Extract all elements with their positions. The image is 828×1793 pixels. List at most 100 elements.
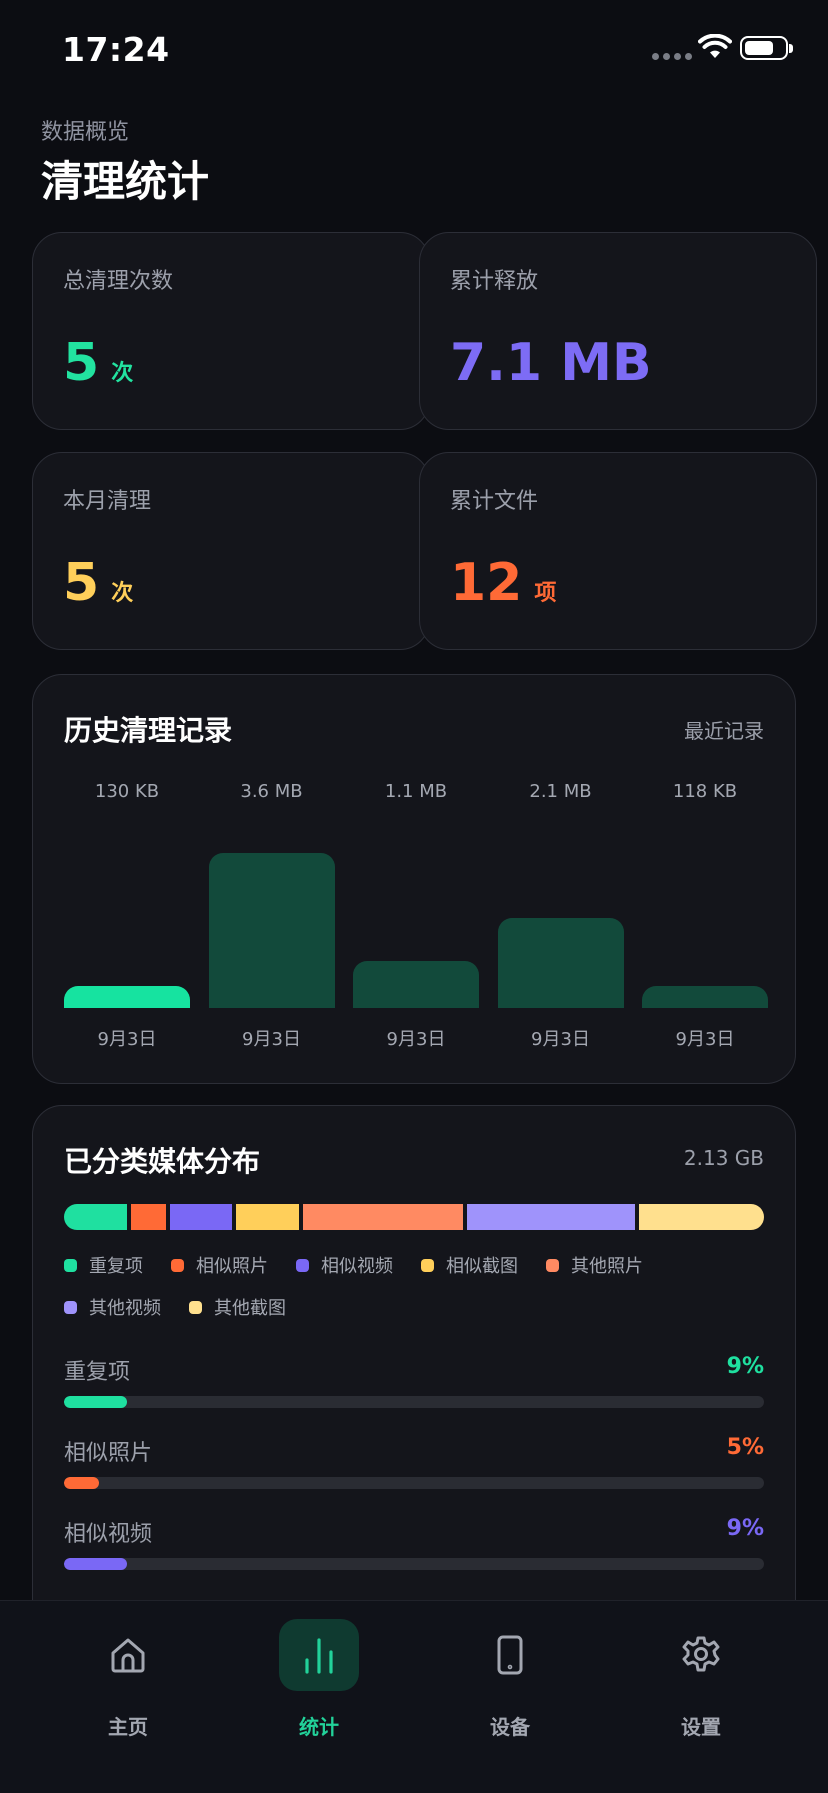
category-progress-row: 相似视频 9% [64, 1516, 764, 1576]
bar-date-label: 9月3日 [97, 1029, 157, 1050]
nav-label-home: 主页 [108, 1715, 148, 1739]
history-bar[interactable] [497, 917, 624, 1008]
progress-track [64, 1396, 764, 1408]
nav-label-device: 设备 [490, 1715, 530, 1739]
stack-segment [638, 1204, 764, 1230]
nav-label-stats: 统计 [299, 1715, 339, 1739]
stat-value: 5 [63, 553, 100, 613]
progress-percent: 9% [726, 1516, 764, 1541]
progress-fill [64, 1396, 127, 1408]
history-bar[interactable] [642, 986, 768, 1008]
stat-value: 12 [450, 553, 523, 613]
stat-value: 7.1 MB [450, 333, 652, 393]
legend-swatch [296, 1258, 309, 1272]
legend-item: 其他截图 [189, 1294, 286, 1320]
legend-label: 相似照片 [196, 1256, 268, 1277]
stat-card-total-freed: 累计释放 7.1 MB [419, 232, 817, 430]
home-icon [111, 1638, 145, 1673]
media-total-size: 2.13 GB [683, 1146, 764, 1170]
legend-swatch [546, 1258, 559, 1272]
legend-label: 重复项 [89, 1256, 143, 1277]
legend-swatch [421, 1258, 434, 1272]
legend-swatch [64, 1258, 77, 1272]
progress-label: 重复项 [64, 1360, 131, 1385]
stack-segment [169, 1204, 233, 1230]
gear-icon [682, 1636, 720, 1672]
bar-value-label: 2.1 MB [529, 781, 592, 802]
stat-card-month-cleans: 本月清理 5 次 [32, 452, 430, 650]
stat-card-total-files: 累计文件 12 项 [419, 452, 817, 650]
legend-label: 其他照片 [571, 1256, 643, 1277]
bar-value-label: 118 KB [672, 781, 738, 802]
bar-date-label: 9月3日 [386, 1029, 446, 1050]
stack-segment [467, 1204, 635, 1230]
media-distribution-panel: 已分类媒体分布 2.13 GB 重复项 相似照片 相似视频 相似截图 其他照片 其他视频其… [32, 1105, 796, 1645]
legend-swatch [64, 1300, 77, 1314]
stat-unit: 次 [111, 581, 134, 606]
legend-swatch [189, 1300, 202, 1314]
category-progress-row: 重复项 9% [64, 1354, 764, 1414]
legend-item: 相似视频 [296, 1252, 393, 1278]
category-progress-row: 相似照片 5% [64, 1435, 764, 1495]
stack-segment [64, 1204, 127, 1230]
legend-label: 其他视频 [89, 1298, 161, 1319]
stat-unit: 项 [534, 581, 557, 606]
legend-label: 其他截图 [214, 1298, 286, 1319]
phone-icon [497, 1635, 523, 1675]
history-title: 历史清理记录 [64, 714, 233, 747]
page-title: 清理统计 [41, 157, 210, 206]
bar-value-label: 130 KB [94, 781, 160, 802]
bar-value-label: 1.1 MB [384, 781, 448, 802]
history-bar[interactable] [64, 986, 190, 1008]
wifi-icon [698, 34, 732, 58]
progress-track [64, 1477, 764, 1489]
media-legend: 重复项 相似照片 相似视频 相似截图 其他照片其他视频 其他截图 [64, 1252, 764, 1320]
legend-label: 相似视频 [321, 1256, 393, 1277]
bar-chart-icon [305, 1638, 333, 1674]
status-time: 17:24 [62, 30, 170, 69]
progress-percent: 9% [726, 1354, 764, 1379]
bar-date-label: 9月3日 [675, 1029, 735, 1050]
stack-segment [130, 1204, 166, 1230]
legend-label: 相似截图 [446, 1256, 518, 1277]
stat-label: 本月清理 [63, 489, 152, 514]
stat-value: 5 [63, 333, 100, 393]
stat-label: 总清理次数 [63, 269, 174, 294]
nav-label-settings: 设置 [681, 1715, 721, 1739]
stack-segment [236, 1204, 299, 1230]
media-stacked-bar [64, 1204, 764, 1230]
legend-item: 相似截图 [421, 1252, 518, 1278]
status-bar: 17:24 [0, 0, 828, 100]
nav-item-settings[interactable]: 设置 [606, 1619, 796, 1749]
nav-item-device[interactable]: 设备 [415, 1619, 605, 1749]
progress-label: 相似照片 [64, 1441, 153, 1466]
bar-date-label: 9月3日 [531, 1029, 590, 1050]
bottom-nav: 主页 统计 设备 设置 [0, 1600, 828, 1793]
legend-item: 相似照片 [171, 1252, 268, 1278]
nav-item-home[interactable]: 主页 [33, 1619, 223, 1749]
stat-label: 累计释放 [450, 269, 539, 294]
legend-item: 其他视频 [64, 1294, 161, 1320]
media-title: 已分类媒体分布 [64, 1145, 261, 1178]
nav-item-stats[interactable]: 统计 [224, 1619, 414, 1749]
page-subtitle: 数据概览 [41, 120, 130, 145]
history-bar[interactable] [353, 960, 479, 1008]
bar-date-label: 9月3日 [242, 1029, 301, 1050]
legend-swatch [171, 1258, 184, 1272]
progress-label: 相似视频 [64, 1522, 153, 1547]
progress-track [64, 1558, 764, 1570]
battery-icon [740, 36, 793, 60]
recent-records-link[interactable]: 最近记录 [684, 715, 764, 744]
stat-unit: 次 [111, 361, 134, 386]
cellular-signal-icon [652, 53, 692, 60]
stack-segment [303, 1204, 464, 1230]
legend-item: 其他照片 [546, 1252, 643, 1278]
legend-item: 重复项 [64, 1252, 143, 1278]
bar-value-label: 3.6 MB [240, 781, 303, 802]
progress-fill [64, 1477, 99, 1489]
stat-card-total-cleans: 总清理次数 5 次 [32, 232, 430, 430]
stat-label: 累计文件 [450, 489, 539, 514]
history-bar[interactable] [208, 853, 335, 1008]
history-panel: 历史清理记录 最近记录 130 KB 9月3日 3.6 MB 9月3日 1.1 MB 9月… [32, 674, 796, 1084]
progress-percent: 5% [726, 1435, 764, 1460]
